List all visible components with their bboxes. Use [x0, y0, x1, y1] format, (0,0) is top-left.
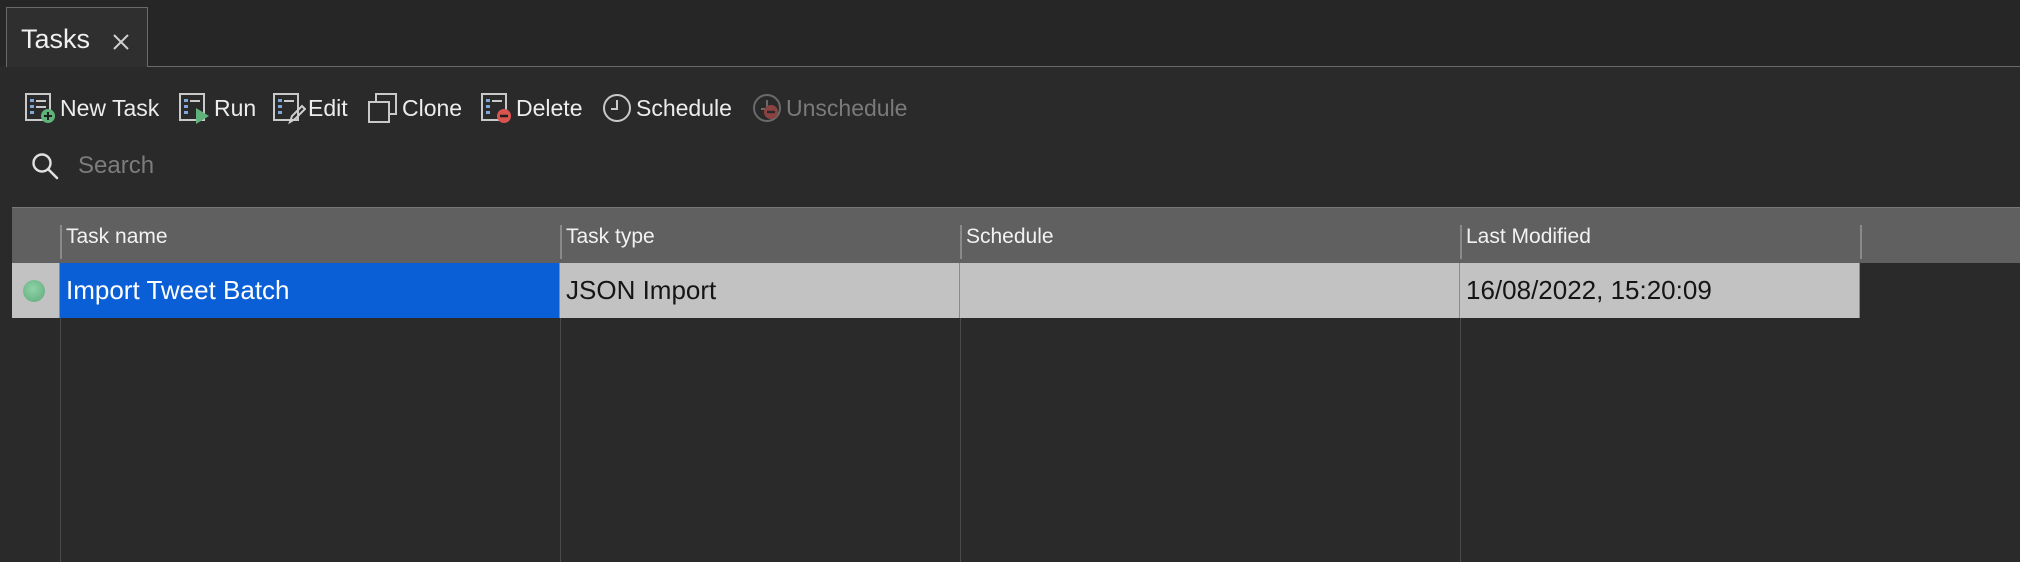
clock-remove-icon — [753, 94, 781, 122]
tasks-panel: Tasks New Task Run Edit Clone Delete Sch… — [0, 0, 2020, 562]
cell-task-type[interactable]: JSON Import — [560, 263, 960, 318]
new-task-label: New Task — [60, 94, 160, 121]
edit-button[interactable]: Edit — [272, 88, 348, 128]
cell-task-name[interactable]: Import Tweet Batch — [60, 263, 560, 318]
clone-button[interactable]: Clone — [366, 88, 462, 128]
unschedule-label: Unschedule — [786, 94, 908, 121]
status-indicator-icon — [23, 279, 45, 302]
unschedule-button[interactable]: Unschedule — [750, 88, 907, 128]
task-delete-icon — [481, 93, 511, 123]
column-separator — [560, 225, 562, 259]
column-separator — [960, 225, 962, 259]
schedule-label: Schedule — [636, 94, 732, 121]
table-header: Task name Task type Schedule Last Modifi… — [12, 207, 2020, 263]
toolbar: New Task Run Edit Clone Delete Schedule … — [0, 88, 1000, 128]
run-label: Run — [214, 94, 257, 121]
cell-last-modified[interactable]: 16/08/2022, 15:20:09 — [1460, 263, 1860, 318]
clone-label: Clone — [402, 94, 463, 121]
column-separator — [1860, 225, 1862, 259]
tasks-table: Task name Task type Schedule Last Modifi… — [12, 207, 2020, 562]
task-run-icon — [179, 93, 209, 124]
tab-strip: Tasks — [0, 0, 2020, 67]
task-add-icon — [25, 93, 55, 123]
column-separator — [1460, 225, 1462, 259]
search-input[interactable] — [76, 151, 780, 181]
schedule-button[interactable]: Schedule — [600, 88, 732, 128]
edit-label: Edit — [308, 94, 348, 121]
close-icon[interactable] — [111, 32, 131, 52]
column-header-task-type[interactable]: Task type — [566, 225, 655, 249]
search-bar — [30, 148, 830, 184]
column-header-task-name[interactable]: Task name — [66, 225, 168, 249]
table-row[interactable]: Import Tweet Batch JSON Import 16/08/202… — [12, 263, 1860, 318]
tab-title: Tasks — [21, 24, 91, 54]
row-status-cell — [12, 263, 60, 318]
search-icon — [32, 153, 59, 180]
delete-button[interactable]: Delete — [480, 88, 582, 128]
task-edit-icon — [273, 93, 306, 125]
delete-label: Delete — [516, 94, 583, 121]
tab-strip-divider — [148, 66, 2020, 67]
column-header-schedule[interactable]: Schedule — [966, 225, 1054, 249]
cell-schedule[interactable] — [960, 263, 1460, 318]
column-separator — [60, 225, 62, 259]
tab-tasks[interactable]: Tasks — [6, 7, 148, 67]
clock-icon — [603, 94, 631, 122]
clone-icon — [368, 93, 397, 123]
new-task-button[interactable]: New Task — [24, 88, 159, 128]
run-button[interactable]: Run — [178, 88, 256, 128]
column-header-last-modified[interactable]: Last Modified — [1466, 225, 1591, 249]
